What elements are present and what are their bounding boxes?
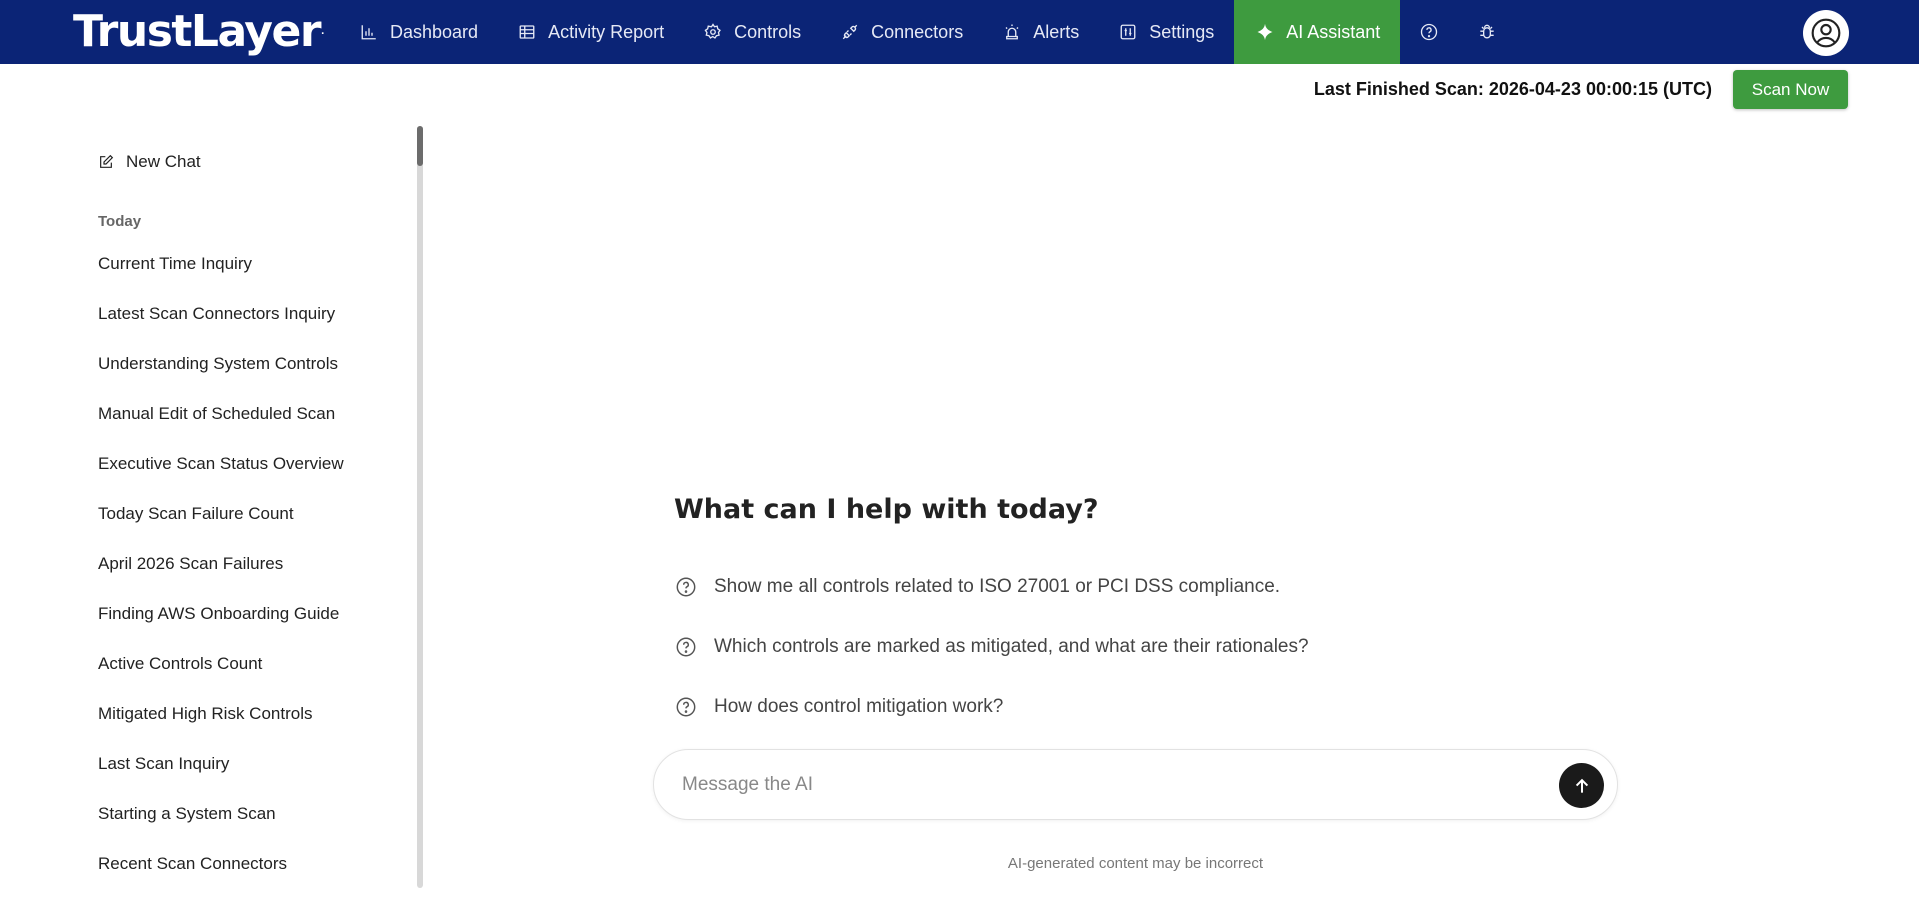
arrow-up-icon: [1575, 778, 1588, 793]
list-item[interactable]: Recent Scan Connectors: [98, 854, 398, 904]
sidebar-scrollbar-thumb[interactable]: [417, 126, 423, 166]
nav-menu: Dashboard Activity Report Controls Conne…: [340, 0, 1516, 64]
chat-welcome-heading: What can I help with today?: [674, 494, 1099, 525]
sliders-icon: [1120, 24, 1136, 40]
logo-text: TrustLayer: [73, 6, 322, 57]
nav-item-label: Connectors: [871, 21, 964, 42]
nav-item-label: Activity Report: [548, 21, 665, 42]
nav-item-label: AI Assistant: [1286, 21, 1381, 42]
gear-icon: [704, 23, 722, 39]
message-input[interactable]: [682, 770, 1502, 800]
help-circle-icon: [676, 577, 696, 597]
nav-item-activity-report[interactable]: Activity Report: [498, 0, 684, 64]
trustlayer-logo[interactable]: TrustLayer.: [73, 6, 324, 58]
suggested-prompts: Show me all controls related to ISO 2700…: [675, 557, 1309, 737]
nav-item-label: Controls: [734, 21, 802, 42]
suggested-prompt[interactable]: Show me all controls related to ISO 2700…: [675, 557, 1309, 617]
list-item[interactable]: Manual Edit of Scheduled Scan: [98, 404, 398, 454]
list-item[interactable]: Mitigated High Risk Controls: [98, 704, 398, 754]
nav-item-controls[interactable]: Controls: [684, 0, 821, 64]
last-scan-status: Last Finished Scan: 2026-04-23 00:00:15 …: [1313, 79, 1712, 99]
new-chat-label: New Chat: [126, 152, 201, 171]
nav-item-dashboard[interactable]: Dashboard: [340, 0, 498, 64]
siren-icon: [1005, 24, 1019, 40]
list-item[interactable]: Finding AWS Onboarding Guide: [98, 604, 398, 654]
nav-item-ai-assistant[interactable]: AI Assistant: [1234, 0, 1401, 64]
suggested-prompt[interactable]: Which controls are marked as mitigated, …: [675, 617, 1309, 677]
user-circle-icon: [1811, 18, 1841, 48]
help-circle-icon: [676, 697, 696, 717]
list-item[interactable]: Last Scan Inquiry: [98, 754, 398, 804]
plug-icon: [842, 24, 858, 40]
list-item[interactable]: Today Scan Failure Count: [98, 504, 398, 554]
top-navbar: TrustLayer. Dashboard Activity Report Co…: [0, 0, 1919, 64]
list-item[interactable]: Understanding System Controls: [98, 354, 398, 404]
nav-item-label: Settings: [1149, 21, 1215, 42]
bar-chart-icon: [361, 25, 376, 40]
nav-item-settings[interactable]: Settings: [1099, 0, 1234, 64]
send-button[interactable]: [1559, 763, 1604, 808]
suggested-prompt-text: Show me all controls related to ISO 2700…: [714, 576, 1281, 597]
chat-history-list: Current Time Inquiry Latest Scan Connect…: [98, 254, 398, 904]
chat-history-sidebar: New Chat Today Current Time Inquiry Late…: [0, 126, 425, 910]
suggested-prompt-text: Which controls are marked as mitigated, …: [714, 636, 1309, 657]
table-icon: [519, 25, 535, 39]
ai-disclaimer: AI-generated content may be incorrect: [1007, 855, 1264, 872]
suggested-prompt[interactable]: How does control mitigation work?: [675, 677, 1309, 737]
list-item[interactable]: Current Time Inquiry: [98, 254, 398, 304]
edit-icon: [100, 154, 114, 168]
logo-mark: .: [321, 27, 325, 37]
suggested-prompt-text: How does control mitigation work?: [714, 696, 1004, 717]
history-section-label: Today: [98, 213, 142, 230]
sparkle-icon: [1257, 23, 1273, 41]
list-item[interactable]: Active Controls Count: [98, 654, 398, 704]
list-item[interactable]: Starting a System Scan: [98, 804, 398, 854]
nav-item-alerts[interactable]: Alerts: [983, 0, 1099, 64]
sidebar-scrollbar-track[interactable]: [417, 126, 423, 888]
nav-item-connectors[interactable]: Connectors: [821, 0, 983, 64]
report-bug-button[interactable]: [1458, 0, 1516, 64]
scan-now-button[interactable]: Scan Now: [1733, 70, 1848, 109]
list-item[interactable]: April 2026 Scan Failures: [98, 554, 398, 604]
nav-item-label: Dashboard: [390, 21, 479, 42]
bug-icon: [1480, 24, 1494, 39]
new-chat-button[interactable]: New Chat: [98, 152, 201, 172]
list-item[interactable]: Executive Scan Status Overview: [98, 454, 398, 504]
user-avatar[interactable]: [1803, 10, 1849, 56]
message-composer: [653, 749, 1618, 820]
list-item[interactable]: Latest Scan Connectors Inquiry: [98, 304, 398, 354]
help-circle-icon: [676, 637, 696, 657]
help-button[interactable]: [1400, 0, 1458, 64]
help-circle-icon: [1421, 23, 1438, 41]
nav-item-label: Alerts: [1033, 21, 1080, 42]
